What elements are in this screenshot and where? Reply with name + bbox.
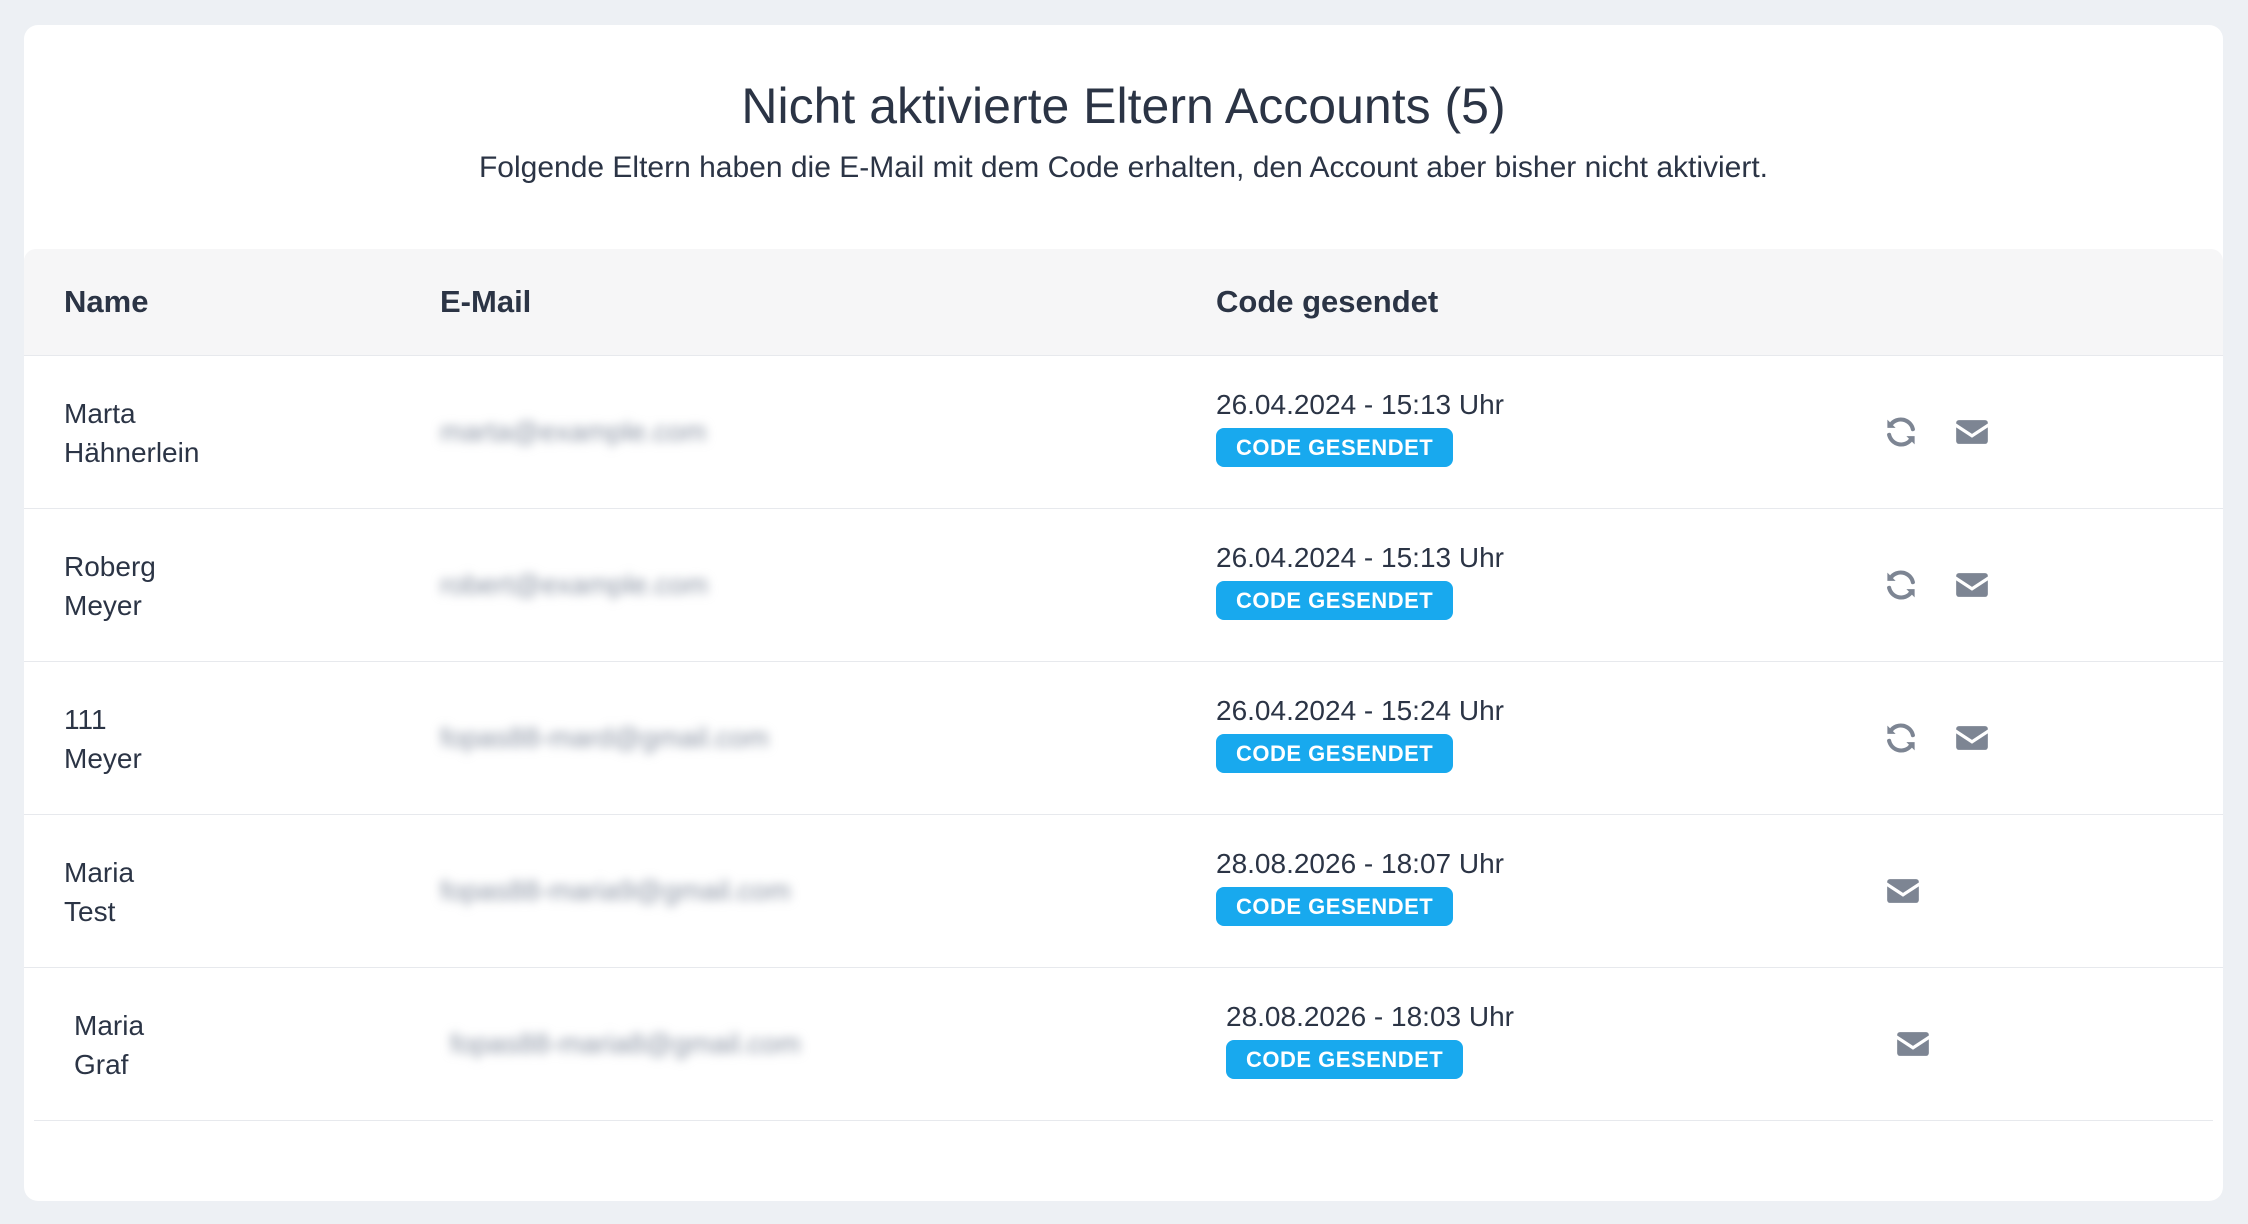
status-badge: CODE GESENDET (1216, 428, 1454, 467)
table-header: Name E-Mail Code gesendet (24, 249, 2223, 356)
parent-name: Marta Hähnerlein (64, 394, 199, 472)
table-row: 111 Meyer fopas88-mard@gmail.com 26.04.2… (24, 662, 2223, 815)
code-sent-date: 26.04.2024 - 15:13 Uhr (1216, 542, 1504, 573)
column-header-email[interactable]: E-Mail (440, 249, 531, 355)
first-name: Roberg (64, 551, 156, 582)
code-sent-cell: 28.08.2026 - 18:03 Uhr CODE GESENDET (1226, 998, 1514, 1079)
email-address: robert@example.com (440, 569, 709, 600)
first-name: Maria (64, 857, 135, 888)
table-body: Marta Hähnerlein marta@example.com 26.04… (24, 356, 2223, 1121)
status-badge: CODE GESENDET (1216, 581, 1454, 620)
envelope-icon (1953, 566, 1991, 604)
last-name: Meyer (64, 743, 142, 774)
status-badge: CODE GESENDET (1216, 887, 1454, 926)
table-row: Roberg Meyer robert@example.com 26.04.20… (24, 509, 2223, 662)
refresh-icon (1882, 566, 1920, 604)
send-email-button[interactable] (1953, 719, 1991, 757)
first-name: 111 (64, 704, 107, 735)
column-header-name[interactable]: Name (64, 249, 148, 355)
code-sent-cell: 26.04.2024 - 15:13 Uhr CODE GESENDET (1216, 386, 1504, 467)
resend-code-button[interactable] (1882, 566, 1920, 604)
code-sent-date: 28.08.2026 - 18:07 Uhr (1216, 848, 1504, 879)
main-card: Nicht aktivierte Eltern Accounts (5) Fol… (24, 25, 2223, 1201)
first-name: Maria (74, 1010, 145, 1041)
table-row: Maria Graf fopas88-maria8@gmail.com 28.0… (34, 968, 2213, 1121)
status-badge: CODE GESENDET (1216, 734, 1454, 773)
send-email-button[interactable] (1884, 872, 1922, 910)
last-name: Meyer (64, 590, 142, 621)
last-name: Test (64, 896, 116, 927)
parent-name: Roberg Meyer (64, 547, 156, 625)
parent-name: Maria Test (64, 853, 134, 931)
send-email-button[interactable] (1953, 413, 1991, 451)
first-name: Marta (64, 398, 136, 429)
code-sent-cell: 26.04.2024 - 15:13 Uhr CODE GESENDET (1216, 539, 1504, 620)
send-email-button[interactable] (1894, 1025, 1932, 1063)
page-title: Nicht aktivierte Eltern Accounts (5) (741, 78, 1506, 134)
code-sent-cell: 26.04.2024 - 15:24 Uhr CODE GESENDET (1216, 692, 1504, 773)
email-address: fopas88-maria8@gmail.com (450, 1028, 801, 1059)
code-sent-date: 28.08.2026 - 18:03 Uhr (1226, 1001, 1514, 1032)
table-row: Maria Test fopas88-maria9@gmail.com 28.0… (24, 815, 2223, 968)
status-badge: CODE GESENDET (1226, 1040, 1464, 1079)
refresh-icon (1882, 719, 1920, 757)
envelope-icon (1953, 413, 1991, 451)
last-name: Hähnerlein (64, 437, 200, 468)
column-header-code-sent[interactable]: Code gesendet (1216, 249, 1438, 355)
send-email-button[interactable] (1953, 566, 1991, 604)
refresh-icon (1882, 413, 1920, 451)
envelope-icon (1953, 719, 1991, 757)
resend-code-button[interactable] (1882, 719, 1920, 757)
code-sent-date: 26.04.2024 - 15:24 Uhr (1216, 695, 1504, 726)
page-subtitle: Folgende Eltern haben die E-Mail mit dem… (478, 151, 1769, 184)
table-row: Marta Hähnerlein marta@example.com 26.04… (24, 356, 2223, 509)
parent-name: Maria Graf (74, 1006, 144, 1084)
envelope-icon (1884, 872, 1922, 910)
code-sent-date: 26.04.2024 - 15:13 Uhr (1216, 389, 1504, 420)
last-name: Graf (74, 1049, 129, 1080)
code-sent-cell: 28.08.2026 - 18:07 Uhr CODE GESENDET (1216, 845, 1504, 926)
envelope-icon (1894, 1025, 1932, 1063)
email-address: fopas88-mard@gmail.com (440, 722, 769, 753)
email-address: fopas88-maria9@gmail.com (440, 875, 791, 906)
parent-name: 111 Meyer (64, 700, 142, 778)
email-address: marta@example.com (440, 416, 707, 447)
resend-code-button[interactable] (1882, 413, 1920, 451)
